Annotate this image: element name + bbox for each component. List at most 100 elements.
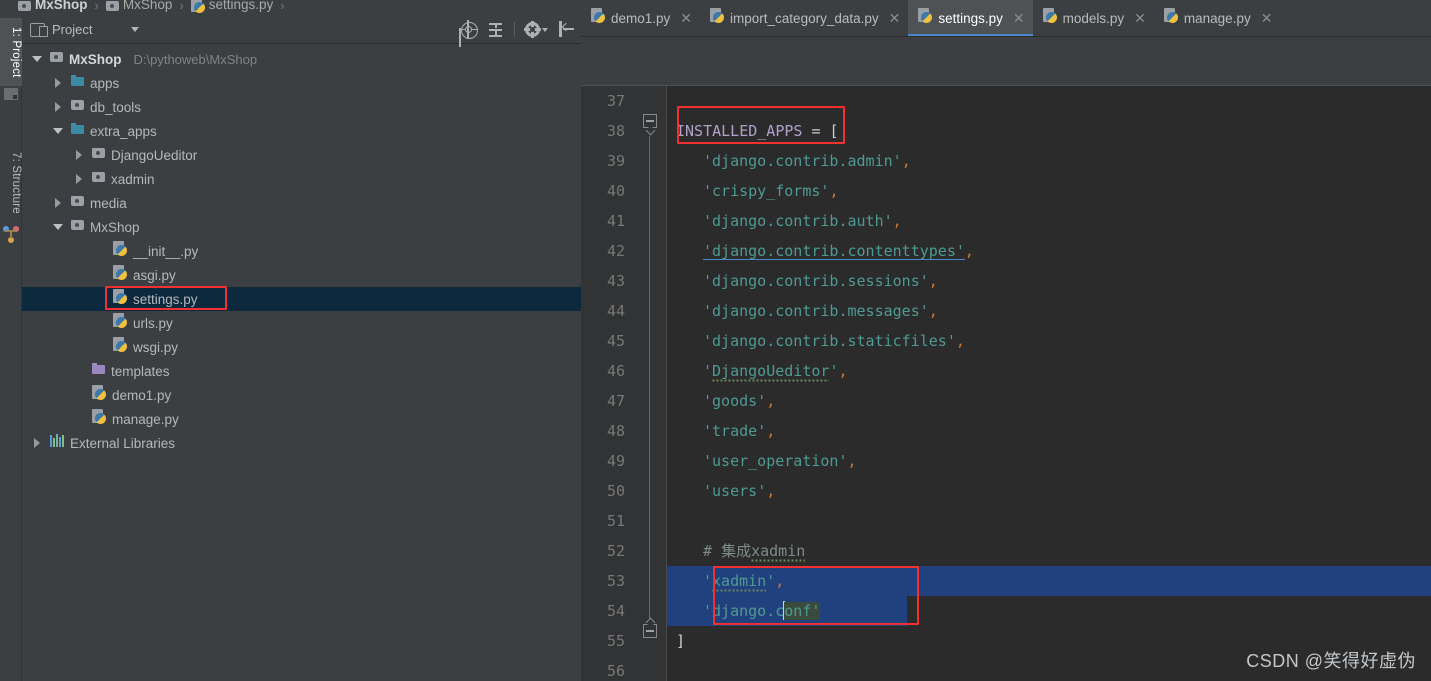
code-line-39[interactable]: 'django.contrib.admin', bbox=[667, 146, 911, 176]
tree-node-wsgi-py[interactable]: wsgi.py bbox=[22, 335, 581, 359]
code-line-44[interactable]: 'django.contrib.messages', bbox=[667, 296, 938, 326]
editor-toolbar-gap bbox=[581, 37, 1431, 86]
code-token-string: 'crispy_forms' bbox=[703, 182, 830, 200]
folder-gray-icon bbox=[92, 147, 105, 158]
chevron-down-icon[interactable] bbox=[32, 53, 44, 65]
chevron-right-icon[interactable] bbox=[53, 77, 65, 89]
editor-tab-bar[interactable]: demo1.py ✕ import_category_data.py ✕ setting… bbox=[581, 0, 1431, 37]
code-token-operator: = [ bbox=[802, 122, 839, 140]
chevron-down-icon[interactable] bbox=[542, 27, 548, 32]
tree-node-external-libraries[interactable]: External Libraries bbox=[22, 431, 581, 455]
breadcrumb-item-0[interactable]: MxShop bbox=[18, 0, 88, 16]
line-number: 51 bbox=[606, 512, 625, 530]
tree-node-manage-py[interactable]: manage.py bbox=[22, 407, 581, 431]
tree-node-templates[interactable]: templates bbox=[22, 359, 581, 383]
code-editor[interactable]: 37 38 39 40 41 42 43 44 45 46 47 48 49 50 51 52 53 54 55 56… bbox=[581, 86, 1431, 681]
folder-source-icon bbox=[71, 122, 84, 134]
code-line-45[interactable]: 'django.contrib.staticfiles', bbox=[667, 326, 965, 356]
code-line-50[interactable]: 'users', bbox=[667, 476, 775, 506]
code-line-53[interactable]: 'xadmin', bbox=[667, 566, 784, 596]
python-file-icon bbox=[113, 240, 127, 256]
locate-file-icon[interactable] bbox=[459, 20, 478, 39]
fold-collapse-icon[interactable] bbox=[643, 114, 659, 136]
code-fold-gutter[interactable] bbox=[635, 86, 667, 681]
code-line-41[interactable]: 'django.contrib.auth', bbox=[667, 206, 902, 236]
code-line-40[interactable]: 'crispy_forms', bbox=[667, 176, 838, 206]
code-line-47[interactable]: 'goods', bbox=[667, 386, 775, 416]
tree-node-demo1-py[interactable]: demo1.py bbox=[22, 383, 581, 407]
chevron-down-icon[interactable] bbox=[53, 125, 65, 137]
close-icon[interactable]: ✕ bbox=[680, 10, 692, 27]
tree-node-mxshop[interactable]: MxShop D:\pythoweb\MxShop bbox=[22, 47, 581, 71]
code-line-55[interactable]: ] bbox=[667, 626, 685, 656]
code-line-49[interactable]: 'user_operation', bbox=[667, 446, 857, 476]
code-token-comma: , bbox=[901, 152, 911, 170]
line-number: 49 bbox=[606, 452, 625, 470]
code-line-54[interactable]: 'django.conf' bbox=[667, 596, 821, 626]
code-token-string: 'django.contrib.sessions' bbox=[703, 272, 929, 290]
code-token-string: onf' bbox=[784, 602, 821, 620]
code-token-string: 'django.c bbox=[703, 602, 785, 620]
line-number: 42 bbox=[606, 242, 625, 260]
code-line-52[interactable]: # 集成xadmin bbox=[667, 536, 806, 566]
close-icon[interactable]: ✕ bbox=[1261, 10, 1273, 27]
chevron-right-icon[interactable] bbox=[53, 101, 65, 113]
tree-node-xadmin[interactable]: xadmin bbox=[22, 167, 581, 191]
tree-node-media[interactable]: media bbox=[22, 191, 581, 215]
tree-node-extra_apps[interactable]: extra_apps bbox=[22, 119, 581, 143]
editor-tab-settings-py[interactable]: settings.py ✕ bbox=[908, 0, 1033, 36]
watermark: CSDN @笑得好虚伪 bbox=[1246, 651, 1416, 671]
line-number: 56 bbox=[606, 662, 625, 680]
folder-gray-icon bbox=[50, 51, 63, 62]
python-file-icon bbox=[918, 7, 933, 23]
tree-node-db_tools[interactable]: db_tools bbox=[22, 95, 581, 119]
code-line-42[interactable]: 'django.contrib.contenttypes', bbox=[667, 236, 974, 266]
gear-icon[interactable] bbox=[524, 21, 541, 38]
editor-tab-demo1-py[interactable]: demo1.py ✕ bbox=[581, 0, 700, 36]
fold-end-icon[interactable] bbox=[643, 617, 659, 640]
python-file-icon bbox=[113, 288, 127, 304]
structure-icon bbox=[3, 226, 19, 244]
close-icon[interactable]: ✕ bbox=[889, 10, 901, 27]
sidebar-item-structure[interactable]: 7: Structure bbox=[0, 144, 22, 222]
tree-node-asgi-py[interactable]: asgi.py bbox=[22, 263, 581, 287]
tree-node-urls-py[interactable]: urls.py bbox=[22, 311, 581, 335]
close-icon[interactable]: ✕ bbox=[1013, 10, 1025, 27]
code-token-string: 'user_operation' bbox=[703, 452, 848, 470]
tree-node-djangoueditor[interactable]: DjangoUeditor bbox=[22, 143, 581, 167]
editor-tab-manage-py[interactable]: manage.py ✕ bbox=[1154, 0, 1281, 36]
code-line-43[interactable]: 'django.contrib.sessions', bbox=[667, 266, 938, 296]
chevron-right-icon[interactable] bbox=[74, 173, 86, 185]
hide-panel-icon[interactable] bbox=[558, 21, 575, 38]
code-token-string: 'xadmin' bbox=[703, 572, 776, 592]
code-line-46[interactable]: 'DjangoUeditor', bbox=[667, 356, 848, 386]
line-number: 43 bbox=[606, 272, 625, 290]
collapse-all-icon[interactable] bbox=[487, 21, 504, 38]
close-icon[interactable]: ✕ bbox=[1134, 10, 1146, 27]
editor-tab-models-py[interactable]: models.py ✕ bbox=[1033, 0, 1154, 36]
code-content[interactable]: INSTALLED_APPS = ['django.contrib.admin'… bbox=[667, 86, 1431, 681]
editor-tab-import_category_data-py[interactable]: import_category_data.py ✕ bbox=[700, 0, 908, 36]
python-file-icon bbox=[92, 384, 106, 400]
code-token-comma: , bbox=[766, 422, 776, 440]
code-line-48[interactable]: 'trade', bbox=[667, 416, 775, 446]
chevron-right-icon[interactable] bbox=[53, 197, 65, 209]
tree-node-__init__-py[interactable]: __init__.py bbox=[22, 239, 581, 263]
breadcrumb-label: MxShop bbox=[35, 0, 88, 12]
tree-node-apps[interactable]: apps bbox=[22, 71, 581, 95]
tree-node-settings-py[interactable]: settings.py bbox=[22, 287, 581, 311]
chevron-right-icon[interactable] bbox=[32, 437, 44, 449]
chevron-right-icon[interactable] bbox=[74, 149, 86, 161]
breadcrumb-item-1[interactable]: MxShop bbox=[105, 0, 172, 16]
chevron-down-icon[interactable] bbox=[53, 221, 65, 233]
tree-node-label: xadmin bbox=[111, 171, 155, 187]
tree-node-mxshop[interactable]: MxShop bbox=[22, 215, 581, 239]
chevron-down-icon[interactable] bbox=[131, 27, 140, 32]
project-file-tree[interactable]: MxShop D:\pythoweb\MxShop apps db_tools extr… bbox=[22, 44, 581, 681]
sidebar-item-project[interactable]: 1: Project bbox=[0, 18, 22, 86]
code-line-38[interactable]: INSTALLED_APPS = [ bbox=[667, 116, 839, 146]
breadcrumb-item-2[interactable]: settings.py bbox=[190, 0, 273, 16]
